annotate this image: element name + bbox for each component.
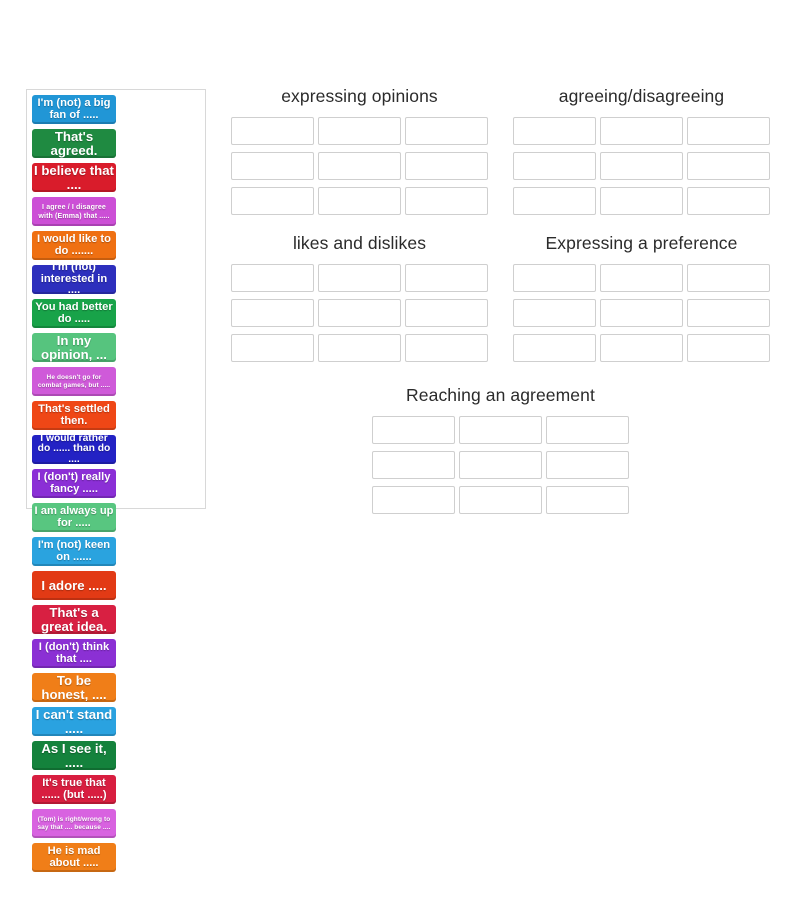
- drop-slot[interactable]: [231, 117, 314, 145]
- tile-21[interactable]: (Tom) is right/wrong to say that .... be…: [32, 809, 116, 838]
- drop-slot-grid: [513, 264, 770, 369]
- drop-slot[interactable]: [546, 451, 629, 479]
- category-group-likes-and-dislikes: likes and dislikes: [231, 233, 488, 369]
- tile-list: I'm (not) a big fan of ..... That's agree…: [30, 93, 202, 909]
- drop-slot[interactable]: [459, 416, 542, 444]
- drop-slot[interactable]: [231, 299, 314, 327]
- drop-slot[interactable]: [372, 486, 455, 514]
- drop-slot[interactable]: [405, 117, 488, 145]
- drop-slot[interactable]: [372, 416, 455, 444]
- drop-slot[interactable]: [318, 117, 401, 145]
- drop-slot[interactable]: [459, 451, 542, 479]
- category-title: agreeing/disagreeing: [558, 86, 725, 106]
- tile-slot-empty: [32, 877, 116, 906]
- drop-slot[interactable]: [231, 334, 314, 362]
- category-group-expressing-a-preference: Expressing a preference: [513, 233, 770, 369]
- tile-4[interactable]: I would like to do .......: [32, 231, 116, 260]
- drop-slot-grid: [231, 264, 488, 369]
- tile-5[interactable]: I'm (not) interested in ....: [32, 265, 116, 294]
- drop-slot[interactable]: [405, 334, 488, 362]
- category-title: Reaching an agreement: [406, 385, 595, 405]
- tile-6[interactable]: You had better do .....: [32, 299, 116, 328]
- category-group-reaching-an-agreement: Reaching an agreement: [372, 385, 629, 521]
- drop-slot-grid: [513, 117, 770, 222]
- drop-slot[interactable]: [405, 187, 488, 215]
- drop-slot[interactable]: [600, 152, 683, 180]
- tile-14[interactable]: I adore .....: [32, 571, 116, 600]
- drop-slot[interactable]: [513, 117, 596, 145]
- drop-slot[interactable]: [459, 486, 542, 514]
- category-title: expressing opinions: [281, 86, 438, 106]
- category-title: Expressing a preference: [545, 233, 738, 253]
- drop-slot[interactable]: [318, 264, 401, 292]
- tile-9[interactable]: That's settled then.: [32, 401, 116, 430]
- tile-11[interactable]: I (don't) really fancy .....: [32, 469, 116, 498]
- drop-slot[interactable]: [546, 416, 629, 444]
- tile-22[interactable]: He is mad about .....: [32, 843, 116, 872]
- drop-slot[interactable]: [405, 264, 488, 292]
- drop-slot[interactable]: [231, 264, 314, 292]
- drop-slot[interactable]: [318, 152, 401, 180]
- tile-3[interactable]: I agree / I disagree with (Emma) that ..…: [32, 197, 116, 226]
- category-group-expressing-opinions: expressing opinions: [231, 86, 488, 222]
- drop-slot[interactable]: [405, 152, 488, 180]
- drop-slot[interactable]: [687, 117, 770, 145]
- drop-slot[interactable]: [231, 152, 314, 180]
- tile-20[interactable]: It's true that ...... (but .....): [32, 775, 116, 804]
- tile-12[interactable]: I am always up for .....: [32, 503, 116, 532]
- tile-7[interactable]: In my opinion, ...: [32, 333, 116, 362]
- tile-2[interactable]: I believe that ....: [32, 163, 116, 192]
- drop-slot[interactable]: [687, 299, 770, 327]
- drop-slot[interactable]: [513, 187, 596, 215]
- drop-slot[interactable]: [513, 299, 596, 327]
- drop-slot[interactable]: [687, 264, 770, 292]
- drop-slot[interactable]: [231, 187, 314, 215]
- drop-slot[interactable]: [318, 187, 401, 215]
- tile-17[interactable]: To be honest, ....: [32, 673, 116, 702]
- tile-16[interactable]: I (don't) think that ....: [32, 639, 116, 668]
- drop-slot[interactable]: [600, 334, 683, 362]
- tile-19[interactable]: As I see it, .....: [32, 741, 116, 770]
- drop-slot-grid: [372, 416, 629, 521]
- drop-slot[interactable]: [687, 334, 770, 362]
- drop-slot[interactable]: [405, 299, 488, 327]
- drop-slot-grid: [231, 117, 488, 222]
- drop-slot[interactable]: [513, 264, 596, 292]
- drop-slot[interactable]: [372, 451, 455, 479]
- tile-13[interactable]: I'm (not) keen on ......: [32, 537, 116, 566]
- drop-slot[interactable]: [546, 486, 629, 514]
- tile-0[interactable]: I'm (not) a big fan of .....: [32, 95, 116, 124]
- drop-slot[interactable]: [600, 187, 683, 215]
- category-title: likes and dislikes: [292, 233, 427, 253]
- drop-slot[interactable]: [687, 187, 770, 215]
- tile-bank-panel: I'm (not) a big fan of ..... That's agree…: [26, 89, 206, 872]
- tile-18[interactable]: I can't stand .....: [32, 707, 116, 736]
- drop-slot[interactable]: [687, 152, 770, 180]
- tile-1[interactable]: That's agreed.: [32, 129, 116, 158]
- tile-8[interactable]: He doesn't go for combat games, but ....…: [32, 367, 116, 396]
- drop-slot[interactable]: [600, 299, 683, 327]
- drop-slot[interactable]: [600, 264, 683, 292]
- category-group-agreeing-disagreeing: agreeing/disagreeing: [513, 86, 770, 222]
- drop-slot[interactable]: [318, 334, 401, 362]
- drop-slot[interactable]: [318, 299, 401, 327]
- drop-slot[interactable]: [513, 152, 596, 180]
- tile-10[interactable]: I would rather do ...... than do ....: [32, 435, 116, 464]
- drop-slot[interactable]: [600, 117, 683, 145]
- drop-slot[interactable]: [513, 334, 596, 362]
- tile-15[interactable]: That's a great idea.: [32, 605, 116, 634]
